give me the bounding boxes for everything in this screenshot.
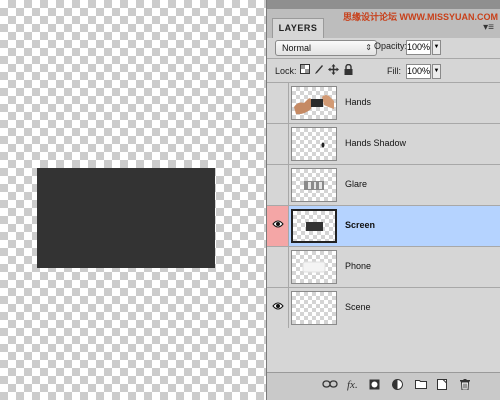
lock-transparent-icon[interactable]	[300, 64, 310, 78]
opacity-input[interactable]: 100%	[406, 40, 431, 55]
blend-mode-select[interactable]: Normal ⇕	[275, 40, 377, 56]
panel-menu-icon[interactable]: ▾≡	[483, 22, 494, 33]
visibility-toggle[interactable]	[267, 124, 289, 164]
visibility-toggle[interactable]	[267, 247, 289, 287]
visibility-toggle[interactable]	[267, 288, 289, 328]
visibility-toggle[interactable]	[267, 165, 289, 205]
new-layer-icon[interactable]	[437, 379, 447, 394]
layer-row-hands-shadow[interactable]: Hands Shadow	[267, 123, 500, 164]
layer-name[interactable]: Scene	[345, 302, 371, 312]
layer-list: Hands Hands Shadow Glare Screen Phone Sc…	[267, 82, 500, 372]
new-group-icon[interactable]	[415, 379, 427, 393]
lock-image-icon[interactable]	[314, 64, 324, 79]
watermark-text: 思缘设计论坛 WWW.MISSYUAN.COM	[343, 12, 498, 22]
opacity-dropdown-icon[interactable]: ▼	[432, 40, 441, 55]
tab-layers[interactable]: LAYERS	[272, 18, 324, 38]
divider	[267, 58, 500, 59]
blend-mode-value: Normal	[282, 43, 312, 53]
panel-title-strip	[267, 0, 500, 9]
fill-label: Fill:	[387, 66, 401, 76]
layer-name[interactable]: Hands Shadow	[345, 138, 406, 148]
document-canvas[interactable]	[0, 0, 266, 400]
layer-name[interactable]: Phone	[345, 261, 371, 271]
layer-thumbnail	[291, 168, 337, 202]
eye-icon[interactable]	[272, 301, 284, 311]
lock-label: Lock:	[275, 66, 297, 76]
layer-name[interactable]: Screen	[345, 220, 375, 230]
chevron-updown-icon: ⇕	[365, 43, 372, 52]
layer-thumbnail	[291, 86, 337, 120]
panel-tab-bar: 思缘设计论坛 WWW.MISSYUAN.COM LAYERS ▾≡	[267, 0, 500, 38]
layer-row-screen[interactable]: Screen	[267, 205, 500, 246]
fill-dropdown-icon[interactable]: ▼	[432, 64, 441, 79]
layer-row-hands[interactable]: Hands	[267, 82, 500, 123]
layers-panel: 思缘设计论坛 WWW.MISSYUAN.COM LAYERS ▾≡ Normal…	[266, 0, 500, 400]
trash-icon[interactable]	[460, 379, 470, 394]
screen-shape[interactable]	[37, 168, 215, 268]
opacity-label: Opacity:	[374, 41, 408, 51]
fx-icon[interactable]: fx.	[347, 379, 358, 391]
layer-thumbnail	[291, 291, 337, 325]
lock-position-icon[interactable]	[328, 64, 339, 79]
layer-mask-icon[interactable]	[369, 379, 380, 394]
layers-footer: fx.	[267, 372, 500, 400]
layer-row-glare[interactable]: Glare	[267, 164, 500, 205]
layer-thumbnail	[291, 209, 337, 243]
layer-thumbnail	[291, 250, 337, 284]
adjustment-layer-icon[interactable]	[392, 379, 403, 394]
layer-row-phone[interactable]: Phone	[267, 246, 500, 287]
lock-row: Lock: Fill: 100% ▼	[267, 60, 500, 82]
link-layers-icon[interactable]	[322, 379, 338, 393]
lock-all-icon[interactable]	[344, 63, 353, 79]
layer-thumbnail	[291, 127, 337, 161]
eye-icon[interactable]	[272, 219, 284, 229]
blend-row: Normal ⇕ Opacity: 100% ▼	[267, 38, 500, 60]
layer-row-scene[interactable]: Scene	[267, 287, 500, 328]
layer-name[interactable]: Hands	[345, 97, 371, 107]
visibility-toggle[interactable]	[267, 206, 289, 246]
fill-input[interactable]: 100%	[406, 64, 431, 79]
layer-name[interactable]: Glare	[345, 179, 367, 189]
visibility-toggle[interactable]	[267, 83, 289, 123]
